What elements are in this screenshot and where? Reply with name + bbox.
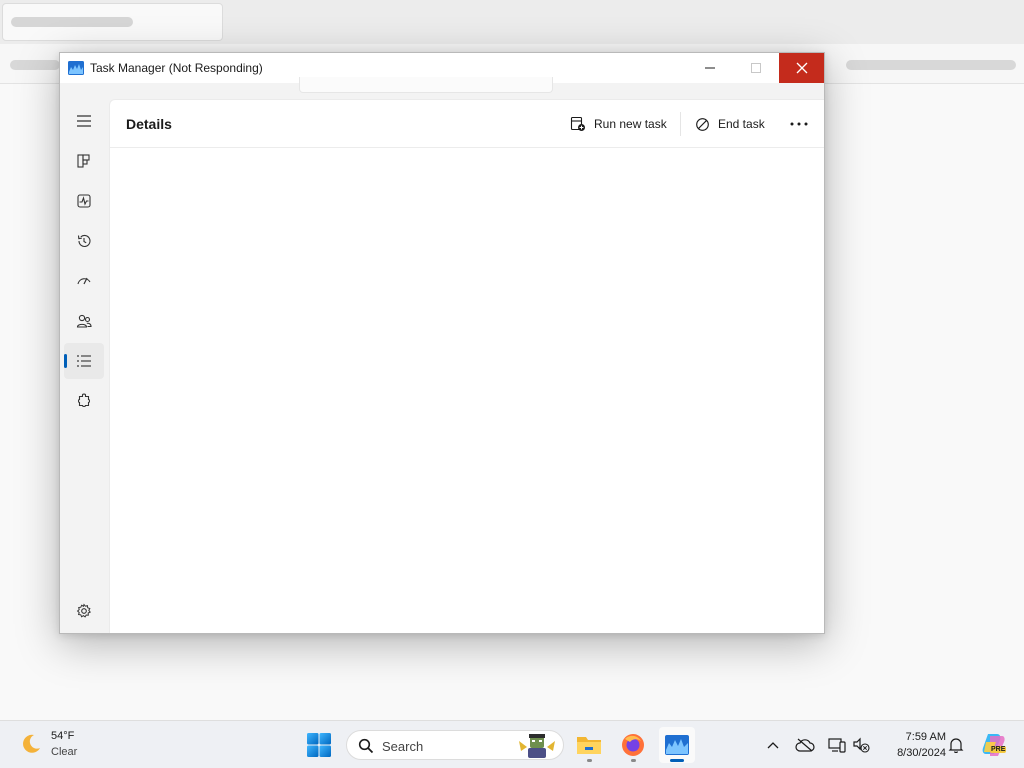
command-bar: Details Run new task End task <box>110 100 824 148</box>
copilot-badge: PRE <box>990 746 1007 753</box>
weather-condition: Clear <box>51 746 78 758</box>
processes-icon <box>77 154 90 168</box>
search-label: Search <box>382 739 424 754</box>
task-manager-app-icon <box>68 61 84 75</box>
onedrive-offline-icon <box>795 738 815 752</box>
weather-temperature: 54°F <box>51 730 75 742</box>
file-explorer-icon <box>577 737 601 754</box>
run-new-task-button[interactable]: Run new task <box>564 110 673 138</box>
run-new-task-label: Run new task <box>594 117 667 131</box>
hamburger-menu-icon <box>77 115 91 127</box>
ghost-search-field <box>299 77 553 93</box>
firefox-icon <box>622 734 644 756</box>
background-app-tab[interactable] <box>2 3 223 41</box>
startup-apps-icon <box>77 277 91 285</box>
command-separator <box>680 112 681 136</box>
task-manager-icon <box>665 735 689 755</box>
nav-details[interactable] <box>64 343 104 379</box>
search-highlight-icon <box>519 734 555 758</box>
services-icon <box>77 393 91 408</box>
network-volume-icon <box>853 737 870 753</box>
minimize-button[interactable] <box>687 53 733 83</box>
window-title: Task Manager (Not Responding) <box>90 61 263 75</box>
details-page: Details Run new task End task <box>109 99 824 633</box>
running-indicator <box>631 759 636 762</box>
start-icon <box>307 733 331 757</box>
start-button[interactable] <box>301 727 337 763</box>
nav-startup-apps[interactable] <box>64 263 104 299</box>
active-indicator <box>64 354 67 368</box>
nav-settings[interactable] <box>64 593 104 629</box>
task-manager-window: Task Manager (Not Responding) Details Ru… <box>59 52 825 634</box>
gear-icon <box>76 603 92 618</box>
nav-services[interactable] <box>64 383 104 419</box>
more-options-button[interactable] <box>784 110 814 138</box>
nav-menu-toggle[interactable] <box>64 103 104 139</box>
performance-icon <box>77 194 91 208</box>
copilot-icon <box>982 734 1005 756</box>
notifications-button[interactable] <box>944 733 968 757</box>
more-options-icon <box>790 122 808 126</box>
phone-link-icon <box>828 738 846 753</box>
moon-icon <box>23 734 40 753</box>
nav-performance[interactable] <box>64 183 104 219</box>
maximize-icon <box>751 63 761 73</box>
nav-app-history[interactable] <box>64 223 104 259</box>
close-button[interactable] <box>779 53 824 83</box>
run-new-task-icon <box>570 116 585 131</box>
clock-date: 8/30/2024 <box>897 747 946 759</box>
active-running-indicator <box>670 759 684 762</box>
copilot-button[interactable]: PRE <box>979 731 1007 759</box>
background-app-tabstrip <box>0 0 1024 44</box>
running-indicator <box>587 759 592 762</box>
users-icon <box>76 314 92 328</box>
system-clock[interactable]: 7:59 AM 8/30/2024 <box>876 729 946 761</box>
end-task-label: End task <box>718 117 765 131</box>
close-icon <box>796 62 807 74</box>
bell-icon <box>948 738 964 753</box>
weather-widget[interactable]: 54°F Clear <box>18 729 138 761</box>
taskbar-search[interactable]: Search <box>346 730 564 760</box>
nav-processes[interactable] <box>64 143 104 179</box>
maximize-button[interactable] <box>733 53 779 83</box>
chevron-up-icon <box>767 742 779 749</box>
taskbar: 54°F Clear Search 7:59 AM 8/30/2024 PRE <box>0 720 1024 768</box>
page-title: Details <box>126 116 172 132</box>
app-history-icon <box>77 234 91 247</box>
taskbar-file-explorer[interactable] <box>571 727 607 763</box>
end-task-icon <box>696 117 709 131</box>
navigation-sidebar <box>60 83 109 633</box>
nav-users[interactable] <box>64 303 104 339</box>
clock-time: 7:59 AM <box>905 731 946 743</box>
network-volume-status[interactable] <box>849 733 873 757</box>
onedrive-status[interactable] <box>793 733 817 757</box>
title-bar[interactable]: Task Manager (Not Responding) <box>60 53 824 93</box>
show-hidden-icons-button[interactable] <box>761 733 785 757</box>
minimize-icon <box>705 67 715 69</box>
taskbar-firefox[interactable] <box>615 727 651 763</box>
search-icon <box>358 738 374 754</box>
end-task-button[interactable]: End task <box>689 110 771 138</box>
taskbar-task-manager[interactable] <box>659 727 695 763</box>
phone-link-status[interactable] <box>825 733 849 757</box>
details-icon <box>77 355 91 367</box>
